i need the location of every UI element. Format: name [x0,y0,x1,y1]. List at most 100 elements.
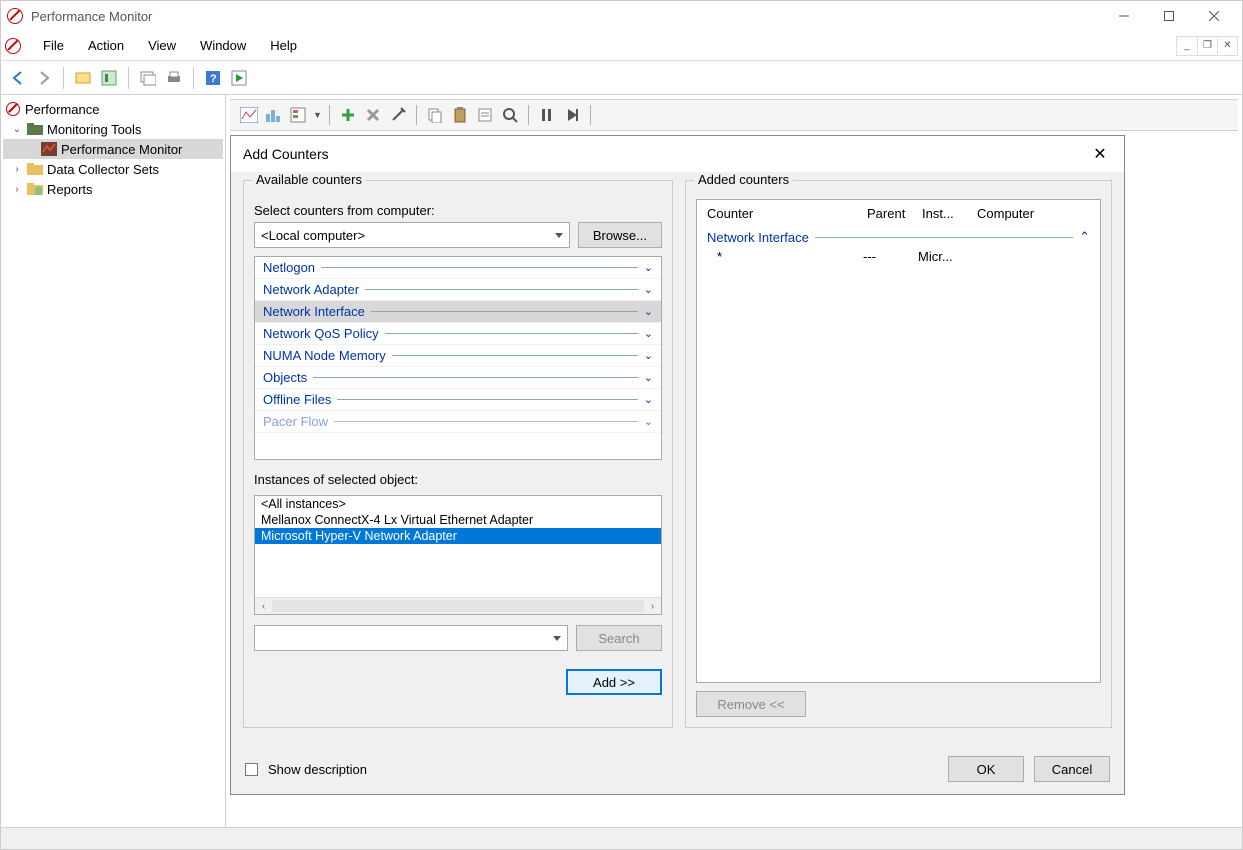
minimize-button[interactable] [1101,4,1146,28]
main-toolbar: ? [1,61,1242,95]
add-counter-button[interactable] [337,104,359,126]
added-counter-row[interactable]: * --- Micr... [697,247,1100,266]
view-report-button[interactable] [288,104,310,126]
properties-button[interactable] [98,67,120,89]
chevron-down-icon: ⌄ [644,283,653,296]
col-computer[interactable]: Computer [973,204,1094,223]
maximize-button[interactable] [1146,4,1191,28]
counter-item[interactable]: Pacer Flow⌄ [255,411,661,433]
tree-data-collector-sets-label: Data Collector Sets [47,162,159,177]
new-window-button[interactable] [137,67,159,89]
browse-button[interactable]: Browse... [578,222,662,248]
select-computer-label: Select counters from computer: [254,203,662,218]
mdi-controls: _ ❐ ✕ [1176,36,1238,56]
view-histogram-button[interactable] [263,104,285,126]
paste-button[interactable] [449,104,471,126]
collapse-icon[interactable]: ⌄ [11,124,23,135]
col-parent[interactable]: Parent [863,204,918,223]
added-counters-group: Added counters Counter Parent Inst... Co… [685,180,1112,728]
counter-list[interactable]: Netlogon⌄ Network Adapter⌄ Network Inter… [254,256,662,460]
tree-performance-monitor[interactable]: Performance Monitor [3,139,223,159]
counter-item[interactable]: Offline Files⌄ [255,389,661,411]
show-hide-tree-button[interactable] [72,67,94,89]
tree-monitoring-tools-label: Monitoring Tools [47,122,141,137]
cancel-button[interactable]: Cancel [1034,756,1110,782]
zoom-button[interactable] [499,104,521,126]
search-combo[interactable] [254,625,568,651]
counter-item[interactable]: Network Adapter⌄ [255,279,661,301]
mdi-close[interactable]: ✕ [1217,37,1237,55]
menu-help[interactable]: Help [258,34,309,57]
counter-item-selected[interactable]: Network Interface⌄ [255,301,661,323]
added-counter-group-row[interactable]: Network Interface ⌃ [697,227,1100,247]
nav-tree: Performance ⌄ Monitoring Tools Performan… [1,95,226,827]
expand-icon[interactable]: › [11,164,23,175]
instance-item-selected[interactable]: Microsoft Hyper-V Network Adapter [255,528,661,544]
col-instance[interactable]: Inst... [918,204,973,223]
menubar: File Action View Window Help _ ❐ ✕ [1,31,1242,61]
statusbar [1,827,1242,849]
window-title: Performance Monitor [31,9,152,24]
menu-view[interactable]: View [136,34,188,57]
reports-icon [27,181,43,197]
mdi-minimize[interactable]: _ [1177,37,1197,55]
add-button[interactable]: Add >> [566,669,662,695]
dialog-titlebar: Add Counters ✕ [231,136,1124,172]
counter-item[interactable]: Objects⌄ [255,367,661,389]
chevron-down-icon: ⌄ [644,415,653,428]
forward-button[interactable] [33,67,55,89]
help-button[interactable]: ? [202,67,224,89]
highlight-button[interactable] [387,104,409,126]
search-button[interactable]: Search [576,625,662,651]
copy-button[interactable] [424,104,446,126]
menu-file[interactable]: File [31,34,76,57]
show-description-checkbox[interactable] [245,763,258,776]
update-button[interactable] [561,104,583,126]
freeze-button[interactable] [536,104,558,126]
instances-label: Instances of selected object: [254,472,662,487]
counter-item[interactable]: Network QoS Policy⌄ [255,323,661,345]
print-button[interactable] [163,67,185,89]
chevron-down-icon: ⌄ [644,349,653,362]
perfmon-icon [41,141,57,157]
col-counter[interactable]: Counter [703,204,863,223]
instance-item[interactable]: <All instances> [255,496,661,512]
instance-item[interactable]: Mellanox ConnectX-4 Lx Virtual Ethernet … [255,512,661,528]
dialog-footer: Show description OK Cancel [231,748,1124,794]
menu-action[interactable]: Action [76,34,136,57]
instance-scrollbar[interactable]: ‹ › [255,597,661,614]
view-graph-button[interactable] [238,104,260,126]
app-window: Performance Monitor File Action View Win… [0,0,1243,850]
added-counters-label: Added counters [694,172,793,187]
tree-monitoring-tools[interactable]: ⌄ Monitoring Tools [3,119,223,139]
expand-icon[interactable]: › [11,184,23,195]
dialog-title: Add Counters [243,146,329,162]
computer-combo-value: <Local computer> [261,228,365,243]
counter-item[interactable]: NUMA Node Memory⌄ [255,345,661,367]
chevron-down-icon: ⌄ [644,327,653,340]
back-button[interactable] [7,67,29,89]
tree-reports[interactable]: › Reports [3,179,223,199]
close-button[interactable] [1191,4,1236,28]
mdi-restore[interactable]: ❐ [1197,37,1217,55]
content-pane: ▼ Add Counters ✕ [226,95,1242,827]
instance-list[interactable]: <All instances> Mellanox ConnectX-4 Lx V… [254,495,662,615]
chevron-down-icon: ⌄ [644,371,653,384]
properties-button-2[interactable] [474,104,496,126]
run-button[interactable] [228,67,250,89]
counter-item[interactable]: Netlogon⌄ [255,257,661,279]
scroll-right-icon[interactable]: › [644,601,661,612]
tree-data-collector-sets[interactable]: › Data Collector Sets [3,159,223,179]
remove-button[interactable]: Remove << [696,691,806,717]
tree-performance[interactable]: Performance [3,99,223,119]
scroll-left-icon[interactable]: ‹ [255,601,272,612]
delete-counter-button[interactable] [362,104,384,126]
close-icon [1209,11,1219,21]
computer-combo[interactable]: <Local computer> [254,222,570,248]
tree-performance-monitor-label: Performance Monitor [61,142,182,157]
ok-button[interactable]: OK [948,756,1024,782]
dialog-close-button[interactable]: ✕ [1088,144,1112,164]
added-counters-table: Counter Parent Inst... Computer Network … [696,199,1101,683]
chevron-down-icon: ⌄ [644,305,653,318]
menu-window[interactable]: Window [188,34,258,57]
